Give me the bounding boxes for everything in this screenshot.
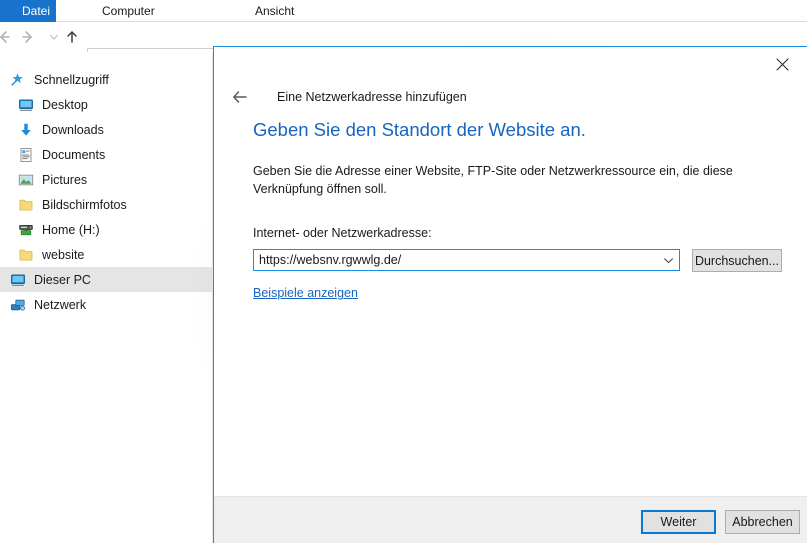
chevron-down-icon — [49, 34, 59, 40]
sidebar-item-label: Schnellzugriff — [34, 72, 109, 87]
network-icon — [10, 299, 25, 311]
sidebar-item-schnellzugriff[interactable]: Schnellzugriff — [0, 67, 212, 92]
star-pin-icon — [11, 72, 23, 86]
arrow-left-icon — [232, 91, 247, 103]
cancel-button[interactable]: Abbrechen — [725, 509, 800, 534]
folder-icon — [19, 249, 33, 260]
ribbon-tab-datei[interactable]: Datei — [0, 0, 56, 22]
sidebar-item-label: Desktop — [42, 97, 88, 112]
recent-locations-button[interactable] — [44, 27, 64, 47]
back-button[interactable] — [0, 27, 14, 47]
downloads-arrow-icon — [21, 123, 31, 136]
screen: Datei Computer Ansicht Schnellzugriff De… — [0, 0, 807, 543]
sidebar-item-label: Downloads — [42, 122, 104, 137]
sidebar-item-home-h[interactable]: Home (H:) — [0, 217, 212, 242]
sidebar-item-downloads[interactable]: Downloads — [0, 117, 212, 142]
dialog-body: Geben Sie den Standort der Website an. G… — [214, 119, 807, 302]
sidebar-item-pictures[interactable]: Pictures — [0, 167, 212, 192]
dialog-header: Eine Netzwerkadresse hinzufügen — [214, 77, 807, 117]
address-field-row: https://websnv.rgwwlg.de/ Durchsuchen... — [253, 249, 807, 273]
forward-button[interactable] — [18, 27, 38, 47]
ribbon-tab-ansicht[interactable]: Ansicht — [245, 0, 304, 22]
chevron-down-icon — [663, 258, 673, 263]
ribbon-tab-computer-label: Computer — [102, 4, 155, 18]
arrow-left-icon — [0, 31, 10, 43]
sidebar-item-desktop[interactable]: Desktop — [0, 92, 212, 117]
ribbon-tabbar: Datei Computer Ansicht — [0, 0, 807, 22]
sidebar-item-bildschirmfotos[interactable]: Bildschirmfotos — [0, 192, 212, 217]
documents-icon — [20, 147, 32, 162]
dialog-footer: Weiter Abbrechen — [214, 496, 807, 543]
sidebar-item-netzwerk[interactable]: Netzwerk — [0, 292, 212, 317]
pictures-icon — [18, 174, 34, 185]
arrow-up-icon — [67, 31, 77, 43]
combobox-dropdown-button[interactable] — [657, 250, 679, 270]
folder-icon — [19, 199, 33, 210]
ribbon-tab-ansicht-label: Ansicht — [255, 4, 295, 18]
sidebar-item-label: Netzwerk — [34, 297, 87, 312]
network-drive-icon — [19, 224, 33, 235]
sidebar-item-label: Bildschirmfotos — [42, 197, 127, 212]
sidebar-item-label: website — [42, 247, 85, 262]
arrow-right-icon — [22, 31, 32, 43]
ribbon-tab-datei-label: Datei — [21, 4, 50, 18]
sidebar-item-documents[interactable]: Documents — [0, 142, 212, 167]
sidebar-item-label: Documents — [42, 147, 106, 162]
up-button[interactable] — [62, 27, 82, 47]
close-icon — [775, 57, 789, 71]
sidebar-item-label: Home (H:) — [42, 222, 100, 237]
sidebar-item-label: Dieser PC — [34, 272, 91, 287]
desktop-icon — [19, 99, 33, 111]
network-address-combobox[interactable]: https://websnv.rgwwlg.de/ — [253, 249, 680, 272]
this-pc-icon — [11, 274, 25, 286]
network-address-input[interactable]: https://websnv.rgwwlg.de/ — [254, 253, 657, 267]
browse-button[interactable]: Durchsuchen... — [692, 249, 782, 273]
sidebar-item-label: Pictures — [42, 172, 88, 187]
next-button[interactable]: Weiter — [641, 509, 716, 534]
dialog-subtitle: Eine Netzwerkadresse hinzufügen — [277, 90, 467, 104]
address-field-label: Internet- oder Netzwerkadresse: — [253, 226, 432, 241]
dialog-description: Geben Sie die Adresse einer Website, FTP… — [253, 164, 733, 197]
add-network-location-dialog: Eine Netzwerkadresse hinzufügen Geben Si… — [213, 46, 807, 543]
dialog-heading: Geben Sie den Standort der Website an. — [253, 119, 586, 140]
close-button[interactable] — [759, 49, 805, 79]
dialog-back-button[interactable] — [225, 82, 255, 112]
ribbon-tab-computer[interactable]: Computer — [92, 0, 165, 22]
sidebar-item-website[interactable]: website — [0, 242, 212, 267]
navigation-pane: Schnellzugriff Desktop Downloads Documen… — [0, 52, 213, 543]
sidebar-item-dieser-pc[interactable]: Dieser PC — [0, 267, 212, 292]
show-examples-link[interactable]: Beispiele anzeigen — [253, 286, 358, 300]
